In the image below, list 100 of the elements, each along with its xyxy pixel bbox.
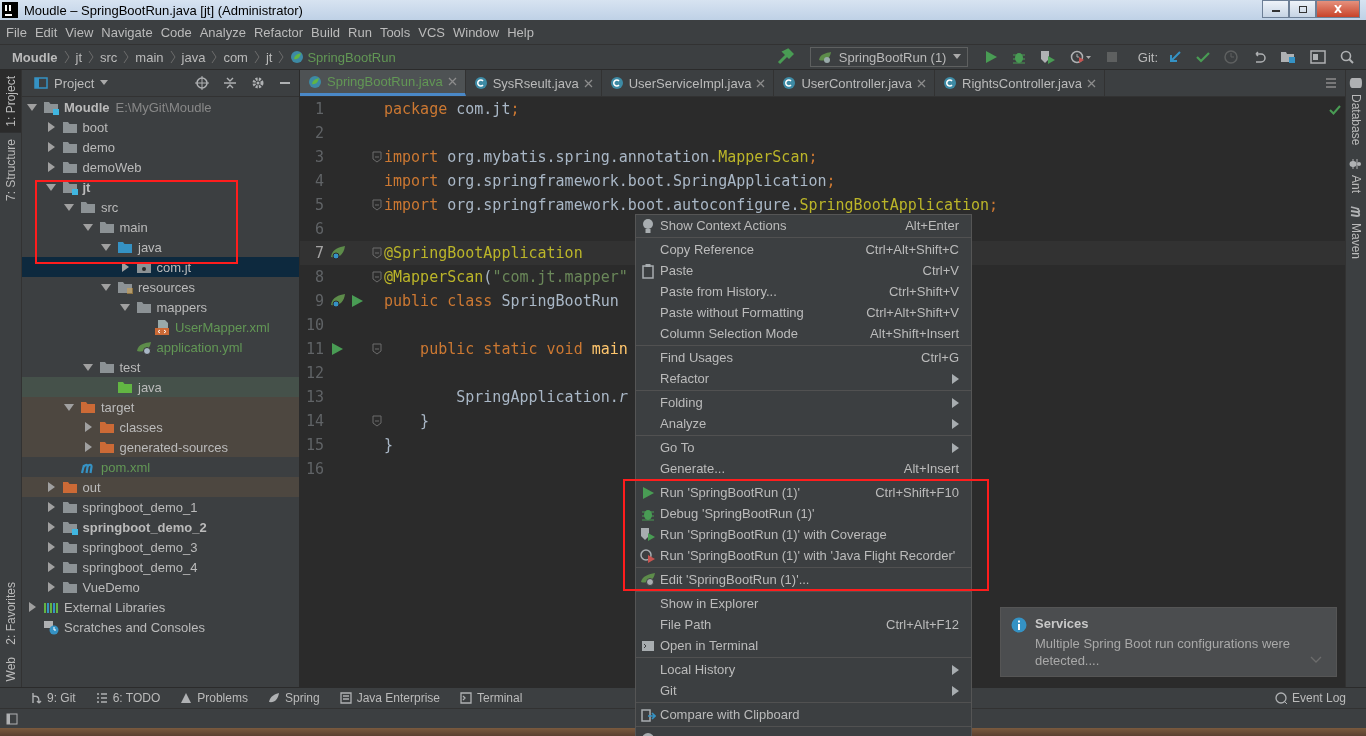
minimize-button[interactable] (1262, 0, 1289, 18)
menu-item[interactable]: File (2, 24, 31, 40)
menu-item[interactable]: Open in Terminal (636, 635, 971, 656)
tree-item-label[interactable]: target (101, 399, 135, 415)
menu-item[interactable]: Debug 'SpringBootRun (1)' (636, 503, 971, 524)
tree-item-label[interactable]: demo (82, 139, 116, 155)
menu-item[interactable]: VCS (414, 24, 449, 40)
menu-item[interactable]: Git (636, 680, 971, 701)
menu-item[interactable]: Column Selection Mode Alt+Shift+Insert (636, 323, 971, 344)
tree-item-label[interactable]: springboot_demo_2 (82, 519, 207, 535)
tree-item-label[interactable]: src (101, 199, 119, 215)
project-structure-icon[interactable] (1280, 50, 1296, 64)
tree-item-label[interactable]: VueDemo (82, 579, 140, 595)
breadcrumb[interactable]: com (223, 49, 248, 65)
fold-marker-icon[interactable] (372, 247, 382, 259)
menu-item[interactable]: Analyze (636, 413, 971, 434)
menu-item[interactable]: Navigate (97, 24, 157, 40)
tool-window-button[interactable]: 6: TODO (95, 691, 161, 705)
breadcrumb[interactable]: src (100, 49, 118, 65)
tree-item-label[interactable]: springboot_demo_1 (82, 499, 198, 515)
tool-window-button[interactable]: Terminal (460, 691, 523, 705)
tool-window-tab[interactable]: 7: Structure (0, 132, 21, 207)
breadcrumb[interactable]: jt (265, 49, 273, 65)
tab-list-icon[interactable] (1325, 77, 1337, 89)
tree-item-label[interactable]: springboot_demo_3 (82, 539, 198, 555)
menu-item[interactable]: Help (503, 24, 538, 40)
spring-bean-icon[interactable] (330, 245, 346, 261)
menu-item[interactable]: Refactor (249, 24, 308, 40)
fold-marker-icon[interactable] (372, 151, 382, 163)
run-icon[interactable] (983, 50, 998, 64)
breadcrumb[interactable]: main (135, 49, 164, 65)
tool-window-tab[interactable]: 2: Favorites (0, 575, 21, 651)
menu-item[interactable]: Paste from History... Ctrl+Shift+V (636, 281, 971, 302)
close-icon[interactable] (1086, 78, 1096, 88)
tree-item-label[interactable]: Moudle (64, 99, 110, 115)
collapse-icon[interactable] (223, 76, 237, 90)
menu-item[interactable]: Run 'SpringBootRun (1)' with Coverage (636, 524, 971, 545)
update-arrow-icon[interactable] (1168, 50, 1182, 64)
menu-item[interactable]: Paste without Formatting Ctrl+Alt+Shift+V (636, 302, 971, 323)
close-icon[interactable] (917, 78, 926, 88)
dropdown-arrow-icon[interactable] (100, 80, 109, 86)
tree-item-label[interactable]: pom.xml (101, 459, 151, 475)
editor-tab[interactable]: RightsController.java (935, 70, 1105, 96)
tree-item-label[interactable]: java (138, 379, 162, 395)
menu-item[interactable]: Run 'SpringBootRun (1)' with 'Java Flight Recorder' (636, 545, 971, 566)
tree-item-label[interactable]: java (138, 239, 162, 255)
menu-item[interactable]: File Path Ctrl+Alt+F12 (636, 614, 971, 635)
menu-item[interactable]: Compare with Clipboard (636, 704, 971, 725)
editor-tab[interactable]: UserController.java (774, 70, 935, 96)
coverage-icon[interactable] (1039, 50, 1056, 64)
event-log-button[interactable]: Event Log (1274, 691, 1346, 705)
menu-item[interactable]: Edit (30, 24, 62, 40)
menu-item[interactable]: Go To (636, 437, 971, 458)
tree-item-label[interactable]: External Libraries (64, 599, 166, 615)
menu-item[interactable]: Run (344, 24, 376, 40)
editor-tab[interactable]: UserServiceImpl.java (601, 70, 775, 96)
close-icon[interactable] (583, 78, 593, 88)
tool-window-button[interactable]: 9: Git (30, 691, 76, 705)
tool-window-tab[interactable]: Maven (1346, 199, 1366, 266)
expand-arrow-icon[interactable] (81, 361, 94, 373)
editor-tab[interactable]: SysRseult.java (465, 70, 602, 96)
fold-marker-icon[interactable] (372, 343, 382, 355)
expand-arrow-icon[interactable] (81, 221, 94, 233)
panel-title[interactable]: Project (54, 75, 95, 91)
expand-arrow-icon[interactable] (100, 241, 112, 253)
tool-window-tab[interactable]: Ant (1346, 151, 1366, 200)
presentation-icon[interactable] (1310, 50, 1326, 64)
expand-arrow-icon[interactable] (26, 101, 38, 113)
menu-item[interactable]: Window (448, 24, 504, 40)
search-icon[interactable] (1340, 50, 1354, 64)
expand-arrow-icon[interactable] (118, 301, 131, 313)
layout-icon[interactable] (6, 712, 18, 725)
fold-marker-icon[interactable] (372, 271, 382, 283)
breadcrumb[interactable]: java (181, 49, 206, 65)
run-configuration-dropdown[interactable]: SpringBootRun (1) (809, 47, 968, 67)
tree-item-label[interactable]: Scratches and Consoles (64, 619, 205, 635)
tree-item-label[interactable]: mappers (156, 299, 208, 315)
expand-arrow-icon[interactable] (26, 601, 38, 613)
tree-item-label[interactable]: main (119, 219, 148, 235)
profiler-icon[interactable] (1069, 50, 1092, 64)
menu-item[interactable]: Build (307, 24, 344, 40)
tool-window-tab[interactable]: Database (1346, 70, 1366, 152)
expand-arrow-icon[interactable] (63, 201, 75, 213)
breadcrumb[interactable]: Moudle (12, 49, 58, 65)
settings-icon[interactable] (251, 76, 265, 90)
menu-item[interactable]: Tools (375, 24, 415, 40)
menu-item[interactable]: Code (156, 24, 196, 40)
locate-target-icon[interactable] (195, 76, 209, 90)
tool-window-button[interactable]: Problems (180, 691, 248, 705)
expand-arrow-icon[interactable] (44, 181, 57, 193)
tree-item-label[interactable]: application.yml (156, 339, 243, 355)
menu-item[interactable]: Paste Ctrl+V (636, 260, 971, 281)
tree-item-label[interactable]: out (82, 479, 101, 495)
tool-window-tab[interactable]: Web (0, 650, 21, 687)
run-icon[interactable] (350, 294, 364, 308)
close-button[interactable] (1316, 0, 1360, 18)
menu-item[interactable]: Show Context Actions Alt+Enter (636, 215, 971, 236)
menu-item[interactable]: Find Usages Ctrl+G (636, 347, 971, 368)
close-icon[interactable] (447, 77, 457, 86)
run-icon[interactable] (330, 342, 344, 356)
